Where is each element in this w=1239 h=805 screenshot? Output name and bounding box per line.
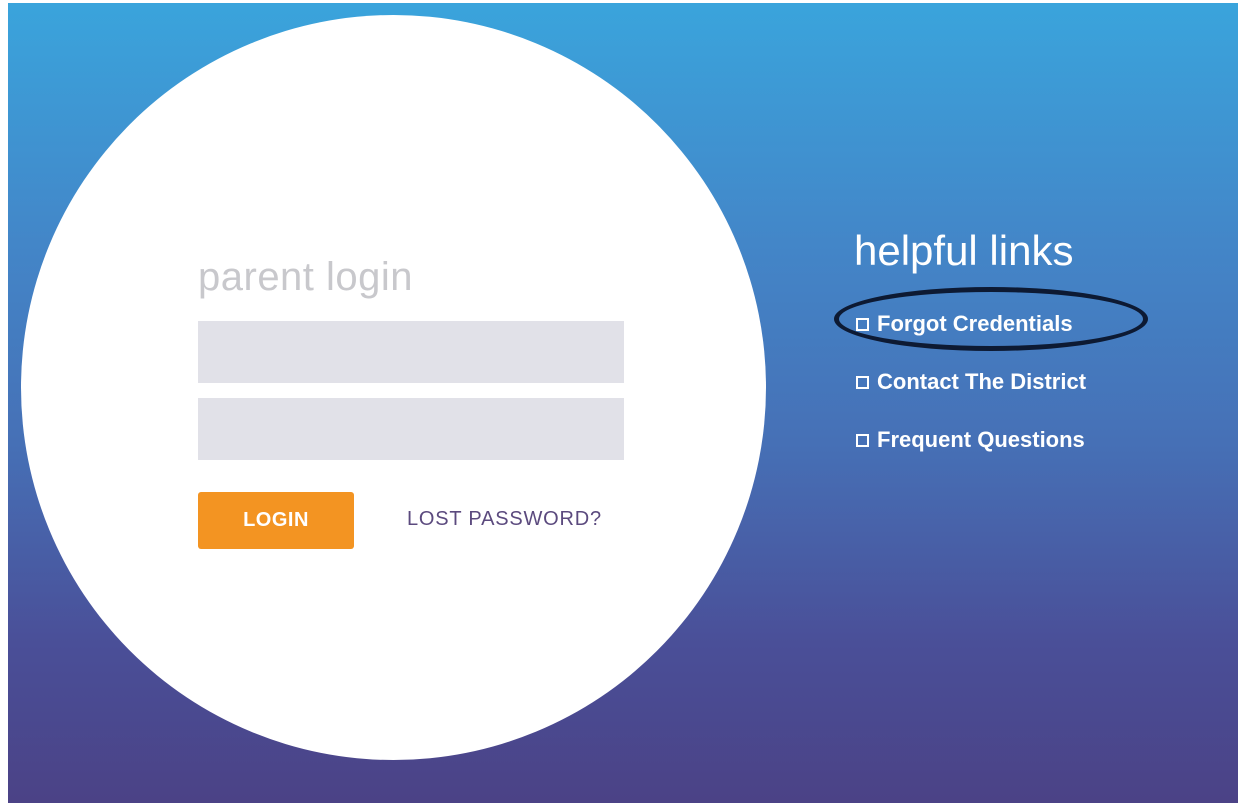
helpful-links-title: helpful links [854,227,1074,274]
helpful-links-list: Forgot Credentials Contact The District … [856,310,1086,484]
login-title: parent login [198,255,414,299]
list-item: Contact The District [856,368,1086,426]
checkbox-square-icon [856,433,869,447]
list-item: Forgot Credentials [856,310,1086,368]
login-button[interactable]: LOGIN [198,492,354,549]
link-label: Forgot Credentials [877,311,1073,336]
contact-district-link[interactable]: Contact The District [856,368,1086,396]
username-input[interactable] [198,321,624,383]
frequent-questions-link[interactable]: Frequent Questions [856,426,1085,454]
list-item: Frequent Questions [856,426,1086,484]
link-label: Contact The District [877,369,1087,394]
password-input[interactable] [198,398,624,460]
lost-password-link[interactable]: LOST PASSWORD? [407,508,602,531]
checkbox-square-icon [856,375,869,389]
login-circle-panel: parent login LOGIN LOST PASSWORD? [21,15,766,760]
checkbox-square-icon [856,317,869,331]
forgot-credentials-link[interactable]: Forgot Credentials [856,310,1073,338]
page-background: parent login LOGIN LOST PASSWORD? helpfu… [8,3,1238,803]
link-label: Frequent Questions [877,427,1085,452]
